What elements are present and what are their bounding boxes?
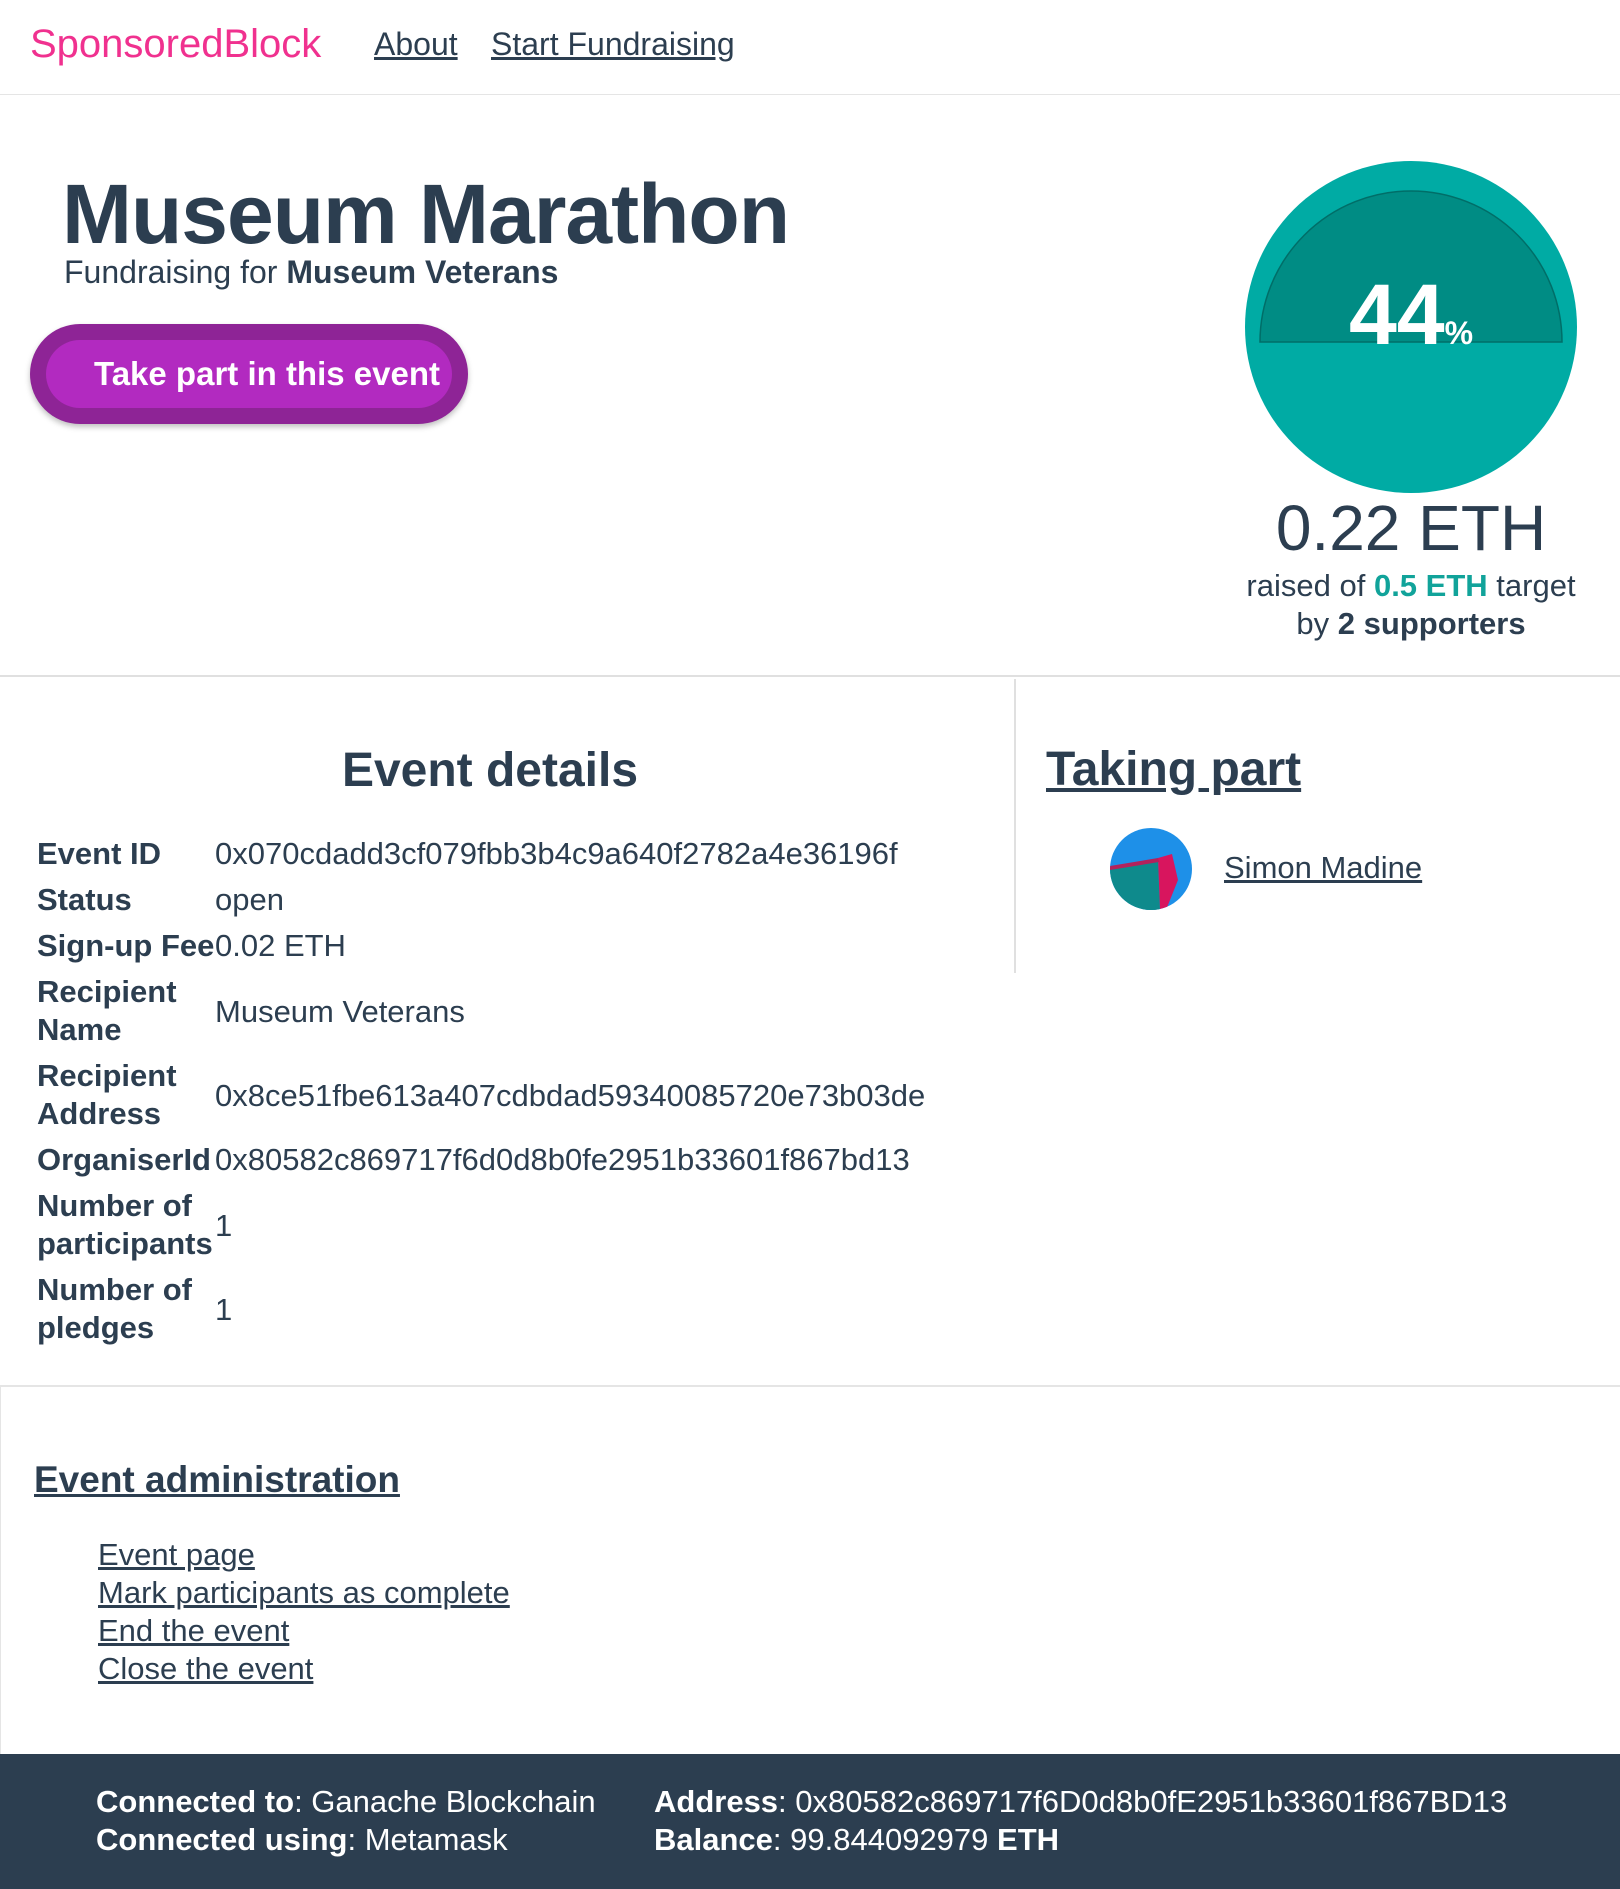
detail-row-event-id: Event ID 0x070cdadd3cf079fbb3b4c9a640f27… [37, 835, 997, 875]
raised-target-line: raised of 0.5 ETH target [1200, 568, 1620, 604]
progress-percent: 44% [1244, 266, 1578, 365]
subtitle-prefix: Fundraising for [64, 254, 278, 290]
participant-item: Simon Madine [1110, 828, 1510, 912]
event-administration-heading[interactable]: Event administration [34, 1459, 400, 1501]
detail-value: 1 [215, 1292, 233, 1327]
nav-link-start-fundraising[interactable]: Start Fundraising [491, 26, 735, 63]
admin-link-close-event[interactable]: Close the event [98, 1651, 313, 1687]
supporters-count: 2 supporters [1337, 606, 1526, 641]
event-details-heading: Event details [341, 744, 639, 797]
detail-label: Sign-up Fee [37, 928, 215, 963]
brand-logo-link[interactable]: SponsoredBlock [30, 22, 321, 67]
detail-value: 0.02 ETH [215, 928, 346, 963]
connected-using-value: Metamask [364, 1822, 508, 1857]
balance-label: Balance [654, 1822, 773, 1857]
balance-value: 99.844092979 [790, 1822, 989, 1857]
balance-unit: ETH [997, 1822, 1060, 1857]
detail-label: Number of participants [37, 1188, 213, 1261]
admin-link-event-page[interactable]: Event page [98, 1537, 255, 1573]
detail-label: Recipient Name [37, 974, 177, 1047]
detail-value: 1 [215, 1208, 233, 1243]
detail-row-participants: Number of participants 1 [37, 1187, 997, 1267]
connected-to-label: Connected to [96, 1784, 295, 1819]
raised-prefix: raised of [1246, 568, 1366, 603]
detail-label: Recipient Address [37, 1058, 177, 1131]
balance-line: Balance: 99.844092979 ETH [654, 1822, 1060, 1857]
detail-label: Event ID [37, 836, 162, 871]
admin-link-mark-complete[interactable]: Mark participants as complete [98, 1575, 510, 1611]
admin-link-end-event[interactable]: End the event [98, 1613, 289, 1649]
address-value: 0x80582c869717f6D0d8b0fE2951b33601f867BD… [795, 1784, 1508, 1819]
take-part-label: Take part in this event [46, 340, 452, 408]
detail-label: Number of pledges [37, 1272, 192, 1345]
raised-amount: 0.22 ETH [1275, 492, 1547, 564]
target-suffix: target [1496, 568, 1576, 603]
target-amount: 0.5 ETH [1373, 568, 1488, 603]
event-hero: Museum Marathon Fundraising for Museum V… [0, 96, 1620, 677]
take-part-button[interactable]: Take part in this event [30, 324, 468, 424]
detail-value: 0x8ce51fbe613a407cdbdad59340085720e73b03… [215, 1078, 926, 1113]
by-label: by [1296, 606, 1330, 641]
progress-percent-value: 44 [1348, 267, 1445, 363]
column-divider [1014, 679, 1016, 973]
detail-row-status: Status open [37, 881, 997, 921]
address-line: Address: 0x80582c869717f6D0d8b0fE2951b33… [654, 1784, 1508, 1819]
detail-value: Museum Veterans [215, 994, 465, 1029]
participant-name-link[interactable]: Simon Madine [1224, 850, 1422, 886]
detail-value: 0x070cdadd3cf079fbb3b4c9a640f2782a4e3619… [215, 836, 898, 871]
detail-value: open [215, 882, 284, 917]
detail-row-recipient-address: Recipient Address 0x8ce51fbe613a407cdbda… [37, 1057, 997, 1137]
detail-row-recipient-name: Recipient Name Museum Veterans [37, 973, 997, 1053]
detail-label: OrganiserId [37, 1142, 211, 1177]
top-navbar: SponsoredBlock About Start Fundraising [0, 0, 1620, 95]
connection-footer: Connected to: Ganache Blockchain Connect… [0, 1754, 1620, 1889]
detail-row-signup-fee: Sign-up Fee 0.02 ETH [37, 927, 997, 967]
connected-using-label: Connected using [96, 1822, 348, 1857]
connected-to-value: Ganache Blockchain [311, 1784, 596, 1819]
event-title: Museum Marathon [62, 167, 790, 261]
progress-percent-sign: % [1444, 315, 1474, 351]
progress-gauge: 44% [1244, 160, 1578, 494]
nav-link-about[interactable]: About [374, 26, 458, 63]
taking-part-heading[interactable]: Taking part [1046, 742, 1301, 797]
detail-label: Status [37, 882, 132, 917]
recipient-name: Museum Veterans [286, 254, 559, 290]
detail-row-organiser-id: OrganiserId 0x80582c869717f6d0d8b0fe2951… [37, 1141, 997, 1181]
address-label: Address [654, 1784, 779, 1819]
event-subtitle: Fundraising for Museum Veterans [64, 254, 558, 291]
detail-value: 0x80582c869717f6d0d8b0fe2951b33601f867bd… [215, 1142, 910, 1177]
event-administration-section: Event administration Event page Mark par… [0, 1385, 1620, 1754]
detail-row-pledges: Number of pledges 1 [37, 1271, 997, 1351]
participant-avatar [1110, 828, 1192, 910]
connected-to-line: Connected to: Ganache Blockchain [96, 1784, 596, 1819]
supporters-line: by 2 supporters [1200, 606, 1620, 642]
connected-using-line: Connected using: Metamask [96, 1822, 508, 1857]
